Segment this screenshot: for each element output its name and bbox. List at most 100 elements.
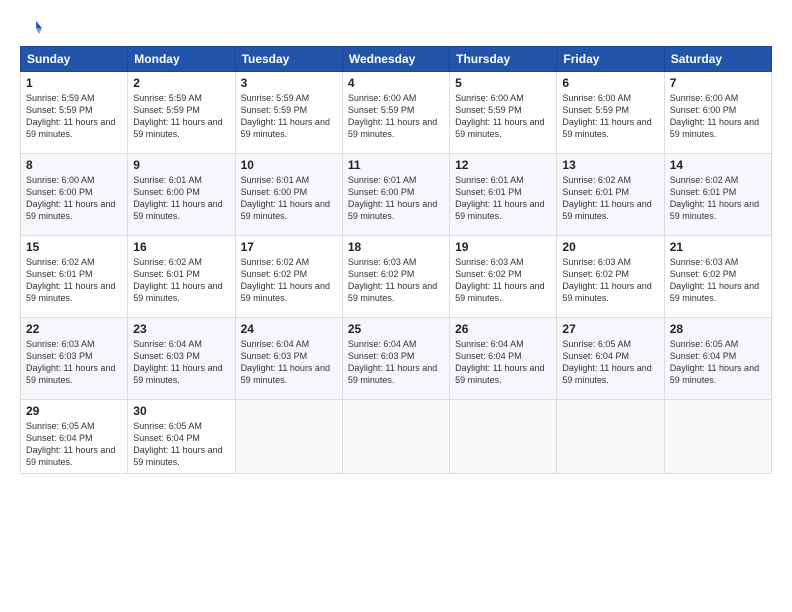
day-number: 3 [241, 76, 337, 90]
calendar-cell: 14 Sunrise: 6:02 AMSunset: 6:01 PMDayligh… [664, 154, 771, 236]
weekday-header: Thursday [450, 47, 557, 72]
day-info: Sunrise: 6:00 AMSunset: 6:00 PMDaylight:… [670, 92, 766, 141]
day-info: Sunrise: 6:05 AMSunset: 6:04 PMDaylight:… [133, 420, 229, 469]
day-number: 2 [133, 76, 229, 90]
calendar-cell: 26 Sunrise: 6:04 AMSunset: 6:04 PMDayligh… [450, 318, 557, 400]
calendar-cell: 15 Sunrise: 6:02 AMSunset: 6:01 PMDayligh… [21, 236, 128, 318]
calendar-week-row: 22 Sunrise: 6:03 AMSunset: 6:03 PMDayligh… [21, 318, 772, 400]
day-number: 22 [26, 322, 122, 336]
calendar-cell: 23 Sunrise: 6:04 AMSunset: 6:03 PMDayligh… [128, 318, 235, 400]
day-number: 23 [133, 322, 229, 336]
header [20, 18, 772, 40]
day-info: Sunrise: 6:00 AMSunset: 6:00 PMDaylight:… [26, 174, 122, 223]
day-info: Sunrise: 6:04 AMSunset: 6:03 PMDaylight:… [241, 338, 337, 387]
day-number: 15 [26, 240, 122, 254]
calendar-cell: 3 Sunrise: 5:59 AMSunset: 5:59 PMDaylight… [235, 72, 342, 154]
day-number: 20 [562, 240, 658, 254]
day-number: 11 [348, 158, 444, 172]
day-info: Sunrise: 6:03 AMSunset: 6:03 PMDaylight:… [26, 338, 122, 387]
calendar-cell: 27 Sunrise: 6:05 AMSunset: 6:04 PMDayligh… [557, 318, 664, 400]
day-number: 25 [348, 322, 444, 336]
day-info: Sunrise: 6:03 AMSunset: 6:02 PMDaylight:… [562, 256, 658, 305]
calendar-cell: 30 Sunrise: 6:05 AMSunset: 6:04 PMDayligh… [128, 400, 235, 474]
calendar-cell [235, 400, 342, 474]
weekday-header: Monday [128, 47, 235, 72]
calendar-table: SundayMondayTuesdayWednesdayThursdayFrid… [20, 46, 772, 474]
logo [20, 18, 46, 40]
day-info: Sunrise: 6:01 AMSunset: 6:00 PMDaylight:… [241, 174, 337, 223]
day-info: Sunrise: 6:03 AMSunset: 6:02 PMDaylight:… [455, 256, 551, 305]
calendar-cell: 5 Sunrise: 6:00 AMSunset: 5:59 PMDaylight… [450, 72, 557, 154]
calendar-cell: 4 Sunrise: 6:00 AMSunset: 5:59 PMDaylight… [342, 72, 449, 154]
calendar-week-row: 8 Sunrise: 6:00 AMSunset: 6:00 PMDaylight… [21, 154, 772, 236]
day-info: Sunrise: 6:02 AMSunset: 6:01 PMDaylight:… [133, 256, 229, 305]
day-number: 16 [133, 240, 229, 254]
calendar-cell: 28 Sunrise: 6:05 AMSunset: 6:04 PMDayligh… [664, 318, 771, 400]
day-number: 7 [670, 76, 766, 90]
day-info: Sunrise: 6:02 AMSunset: 6:02 PMDaylight:… [241, 256, 337, 305]
calendar-cell: 8 Sunrise: 6:00 AMSunset: 6:00 PMDaylight… [21, 154, 128, 236]
calendar-cell [450, 400, 557, 474]
day-number: 24 [241, 322, 337, 336]
day-number: 26 [455, 322, 551, 336]
calendar-cell: 6 Sunrise: 6:00 AMSunset: 5:59 PMDaylight… [557, 72, 664, 154]
calendar-cell: 16 Sunrise: 6:02 AMSunset: 6:01 PMDayligh… [128, 236, 235, 318]
calendar-cell: 13Sunrise: 6:02 AMSunset: 6:01 PMDayligh… [557, 154, 664, 236]
day-info: Sunrise: 5:59 AMSunset: 5:59 PMDaylight:… [241, 92, 337, 141]
day-number: 5 [455, 76, 551, 90]
day-number: 21 [670, 240, 766, 254]
day-number: 9 [133, 158, 229, 172]
weekday-header: Tuesday [235, 47, 342, 72]
calendar-cell: 11 Sunrise: 6:01 AMSunset: 6:00 PMDayligh… [342, 154, 449, 236]
day-info: Sunrise: 6:04 AMSunset: 6:04 PMDaylight:… [455, 338, 551, 387]
day-info: Sunrise: 6:05 AMSunset: 6:04 PMDaylight:… [26, 420, 122, 469]
day-info: Sunrise: 6:03 AMSunset: 6:02 PMDaylight:… [670, 256, 766, 305]
day-info: Sunrise: 6:02 AMSunset: 6:01 PMDaylight:… [26, 256, 122, 305]
day-info: Sunrise: 6:02 AMSunset: 6:01 PMDaylight:… [670, 174, 766, 223]
day-info: Sunrise: 6:00 AMSunset: 5:59 PMDaylight:… [562, 92, 658, 141]
calendar-week-row: 29 Sunrise: 6:05 AMSunset: 6:04 PMDayligh… [21, 400, 772, 474]
weekday-header: Sunday [21, 47, 128, 72]
day-number: 10 [241, 158, 337, 172]
calendar-cell: 21 Sunrise: 6:03 AMSunset: 6:02 PMDayligh… [664, 236, 771, 318]
calendar-cell: 1 Sunrise: 5:59 AMSunset: 5:59 PMDaylight… [21, 72, 128, 154]
calendar-cell: 7 Sunrise: 6:00 AMSunset: 6:00 PMDaylight… [664, 72, 771, 154]
calendar-cell: 22 Sunrise: 6:03 AMSunset: 6:03 PMDayligh… [21, 318, 128, 400]
day-info: Sunrise: 6:03 AMSunset: 6:02 PMDaylight:… [348, 256, 444, 305]
day-info: Sunrise: 6:01 AMSunset: 6:00 PMDaylight:… [133, 174, 229, 223]
calendar-cell: 20 Sunrise: 6:03 AMSunset: 6:02 PMDayligh… [557, 236, 664, 318]
day-number: 18 [348, 240, 444, 254]
page: SundayMondayTuesdayWednesdayThursdayFrid… [0, 0, 792, 612]
calendar-week-row: 15 Sunrise: 6:02 AMSunset: 6:01 PMDayligh… [21, 236, 772, 318]
day-number: 4 [348, 76, 444, 90]
weekday-header: Saturday [664, 47, 771, 72]
day-info: Sunrise: 6:00 AMSunset: 5:59 PMDaylight:… [348, 92, 444, 141]
day-info: Sunrise: 6:05 AMSunset: 6:04 PMDaylight:… [562, 338, 658, 387]
calendar-cell: 10 Sunrise: 6:01 AMSunset: 6:00 PMDayligh… [235, 154, 342, 236]
day-number: 28 [670, 322, 766, 336]
day-info: Sunrise: 6:01 AMSunset: 6:00 PMDaylight:… [348, 174, 444, 223]
day-number: 14 [670, 158, 766, 172]
calendar-cell: 24 Sunrise: 6:04 AMSunset: 6:03 PMDayligh… [235, 318, 342, 400]
day-info: Sunrise: 6:01 AMSunset: 6:01 PMDaylight:… [455, 174, 551, 223]
calendar-cell: 25 Sunrise: 6:04 AMSunset: 6:03 PMDayligh… [342, 318, 449, 400]
day-number: 30 [133, 404, 229, 418]
day-number: 29 [26, 404, 122, 418]
day-info: Sunrise: 6:00 AMSunset: 5:59 PMDaylight:… [455, 92, 551, 141]
day-number: 6 [562, 76, 658, 90]
day-number: 8 [26, 158, 122, 172]
day-info: Sunrise: 6:04 AMSunset: 6:03 PMDaylight:… [133, 338, 229, 387]
day-number: 1 [26, 76, 122, 90]
day-number: 27 [562, 322, 658, 336]
day-info: Sunrise: 6:04 AMSunset: 6:03 PMDaylight:… [348, 338, 444, 387]
calendar-week-row: 1 Sunrise: 5:59 AMSunset: 5:59 PMDaylight… [21, 72, 772, 154]
calendar-cell: 29 Sunrise: 6:05 AMSunset: 6:04 PMDayligh… [21, 400, 128, 474]
day-info: Sunrise: 6:05 AMSunset: 6:04 PMDaylight:… [670, 338, 766, 387]
logo-icon [20, 18, 42, 40]
weekday-header: Friday [557, 47, 664, 72]
weekday-header: Wednesday [342, 47, 449, 72]
calendar-cell: 12Sunrise: 6:01 AMSunset: 6:01 PMDayligh… [450, 154, 557, 236]
day-number: 13 [562, 158, 658, 172]
calendar-cell: 2Sunrise: 5:59 AMSunset: 5:59 PMDaylight… [128, 72, 235, 154]
day-info: Sunrise: 5:59 AMSunset: 5:59 PMDaylight:… [26, 92, 122, 141]
